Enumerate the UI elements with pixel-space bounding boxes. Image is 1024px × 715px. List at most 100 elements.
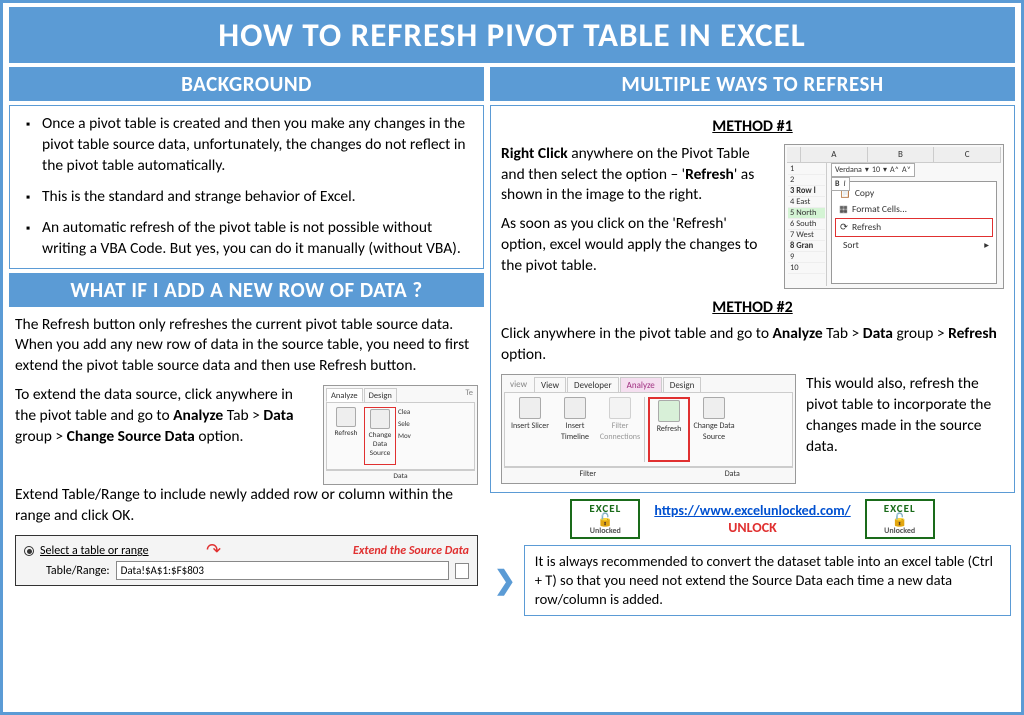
separator xyxy=(644,397,645,462)
method2-row: view View Developer Analyze Design Inser… xyxy=(501,374,1004,484)
ways-header: MULTIPLE WAYS TO REFRESH xyxy=(490,67,1015,101)
text: Click anywhere in the pivot table and go… xyxy=(501,324,773,343)
analyze-tab-active: Analyze xyxy=(326,388,363,402)
tip-row: ❯ It is always recommended to convert th… xyxy=(490,545,1015,616)
ribbon-tabs: view View Developer Analyze Design xyxy=(504,377,793,392)
r7: 7 West xyxy=(788,230,825,241)
logo-text-bot: Unlocked xyxy=(884,527,915,535)
sele: Sele xyxy=(398,419,424,428)
label: Filter Connections xyxy=(599,421,641,443)
ribbon-image: view View Developer Analyze Design Inser… xyxy=(501,374,796,484)
slicer-icon xyxy=(519,397,541,419)
method1-label: METHOD #1 xyxy=(501,116,1004,138)
refresh-icon xyxy=(336,407,356,427)
change-data-icon xyxy=(370,409,390,429)
newrow-p3: Extend Table/Range to include newly adde… xyxy=(15,485,478,527)
bullet-1: Once a pivot table is created and then y… xyxy=(26,114,473,177)
font-name: Verdana xyxy=(835,165,862,176)
tab-overflow: Te xyxy=(398,388,475,402)
refresh-ribbon-btn: Refresh xyxy=(648,397,690,462)
text: option. xyxy=(501,345,546,364)
footer-links: https://www.excelunlocked.com/ UNLOCK xyxy=(654,502,850,536)
mov: Mov xyxy=(398,431,424,440)
r10: 10 xyxy=(788,263,825,274)
label: Copy xyxy=(855,187,874,200)
clea: Clea xyxy=(398,407,424,416)
side-btns: Clea Sele Mov xyxy=(398,407,424,465)
mini-toolbar: Verdana▾ 10▾ A˄ A˅ xyxy=(831,163,915,178)
b-rightclick: Right Click xyxy=(501,144,568,163)
r5: 5 North xyxy=(788,208,825,219)
analyze-body: Refresh Change Data Source Clea Sele Mov xyxy=(326,402,475,470)
footer-row: EXCEL 🔓 Unlocked https://www.excelunlock… xyxy=(490,497,1015,541)
mini-toolbar-2: BI xyxy=(831,177,850,192)
increase-icon: A˄ xyxy=(890,165,899,176)
r4: 4 East xyxy=(788,197,825,208)
r6: 6 South xyxy=(788,219,825,230)
filter-icon xyxy=(609,397,631,419)
b-analyze: Analyze xyxy=(773,324,823,343)
m2-p1: Click anywhere in the pivot table and go… xyxy=(501,324,1004,366)
rib-tab-view1: view xyxy=(504,377,533,392)
sep: ▾ xyxy=(865,165,869,176)
decrease-icon: A˅ xyxy=(902,165,911,176)
r8: 8 Gran xyxy=(788,241,825,252)
change-data-ribbon-btn: Change Data Source xyxy=(693,397,735,462)
b-analyze: Analyze xyxy=(173,406,223,425)
columns: BACKGROUND Once a pivot table is created… xyxy=(3,67,1021,712)
data-group-label: Data xyxy=(672,467,793,481)
r3: 3 Row l xyxy=(788,186,825,197)
method2-label: METHOD #2 xyxy=(501,297,1004,319)
analyze-tabs: Analyze Design Te xyxy=(326,388,475,402)
logo-text-bot: Unlocked xyxy=(590,527,621,535)
m1-body: 1 2 3 Row l 4 East 5 North 6 South 7 Wes… xyxy=(787,163,1001,286)
r9: 9 xyxy=(788,252,825,263)
tip-box: It is always recommended to convert the … xyxy=(524,545,1011,616)
right-column: MULTIPLE WAYS TO REFRESH METHOD #1 Right… xyxy=(490,67,1015,708)
newrow-p1: The Refresh button only refreshes the cu… xyxy=(15,315,478,378)
rib-tab-design: Design xyxy=(663,377,702,392)
m1-p2: As soon as you click on the 'Refresh' op… xyxy=(501,214,774,277)
corner xyxy=(787,147,801,162)
analyze-group-label: Data xyxy=(326,470,475,482)
col-b: B xyxy=(868,147,935,162)
extend-source-label: Extend the Source Data xyxy=(353,544,469,558)
background-bullets: Once a pivot table is created and then y… xyxy=(20,114,473,260)
sep: ▾ xyxy=(883,165,887,176)
insert-slicer-btn: Insert Slicer xyxy=(509,397,551,462)
analyze-ribbon-image: Analyze Design Te Refresh Change Data So… xyxy=(323,385,478,485)
r1: 1 xyxy=(788,164,825,175)
filter-group-label: Filter xyxy=(504,467,672,481)
rib-tab-dev: Developer xyxy=(567,377,619,392)
methods-box: METHOD #1 Right Click anywhere on the Pi… xyxy=(490,105,1015,493)
text: option. xyxy=(195,427,244,446)
text: group > xyxy=(15,427,67,446)
footer-url[interactable]: https://www.excelunlocked.com/ xyxy=(654,502,850,519)
tip-arrow-icon: ❯ xyxy=(494,564,516,596)
refresh-btn-small: Refresh xyxy=(330,407,362,465)
range-input-row: Table/Range: Data!$A$1:$F$803 xyxy=(24,561,469,580)
text: Tab > xyxy=(223,406,263,425)
row-headers: 1 2 3 Row l 4 East 5 North 6 South 7 Wes… xyxy=(787,163,827,286)
menu-format: ▦Format Cells... xyxy=(835,201,993,218)
radio-row: Select a table or range Extend the Sourc… xyxy=(24,544,469,558)
method1-row: Right Click anywhere on the Pivot Table … xyxy=(501,144,1004,289)
newrow-header: WHAT IF I ADD A NEW ROW OF DATA ? xyxy=(9,273,484,307)
timeline-icon xyxy=(564,397,586,419)
rib-tab-view: View xyxy=(534,377,566,392)
col-headers: A B C xyxy=(787,147,1001,163)
context-menu: 📋Copy ▦Format Cells... ⟳Refresh Sort▸ xyxy=(831,181,997,284)
refresh-icon xyxy=(658,400,680,422)
logo-right: EXCEL 🔓 Unlocked xyxy=(865,499,935,539)
b-refresh: Refresh xyxy=(685,165,734,184)
bullet-2: This is the standard and strange behavio… xyxy=(26,187,473,208)
bullet-3: An automatic refresh of the pivot table … xyxy=(26,218,473,260)
arrow-icon: ↷ xyxy=(206,539,221,561)
label: Insert Timeline xyxy=(554,421,596,443)
menu-sort: Sort▸ xyxy=(835,237,993,254)
radio-icon xyxy=(24,546,34,556)
r2: 2 xyxy=(788,175,825,186)
format-icon: ▦ xyxy=(839,203,848,216)
chevron-right-icon: ▸ xyxy=(984,239,989,252)
bold-icon: B xyxy=(835,179,839,190)
